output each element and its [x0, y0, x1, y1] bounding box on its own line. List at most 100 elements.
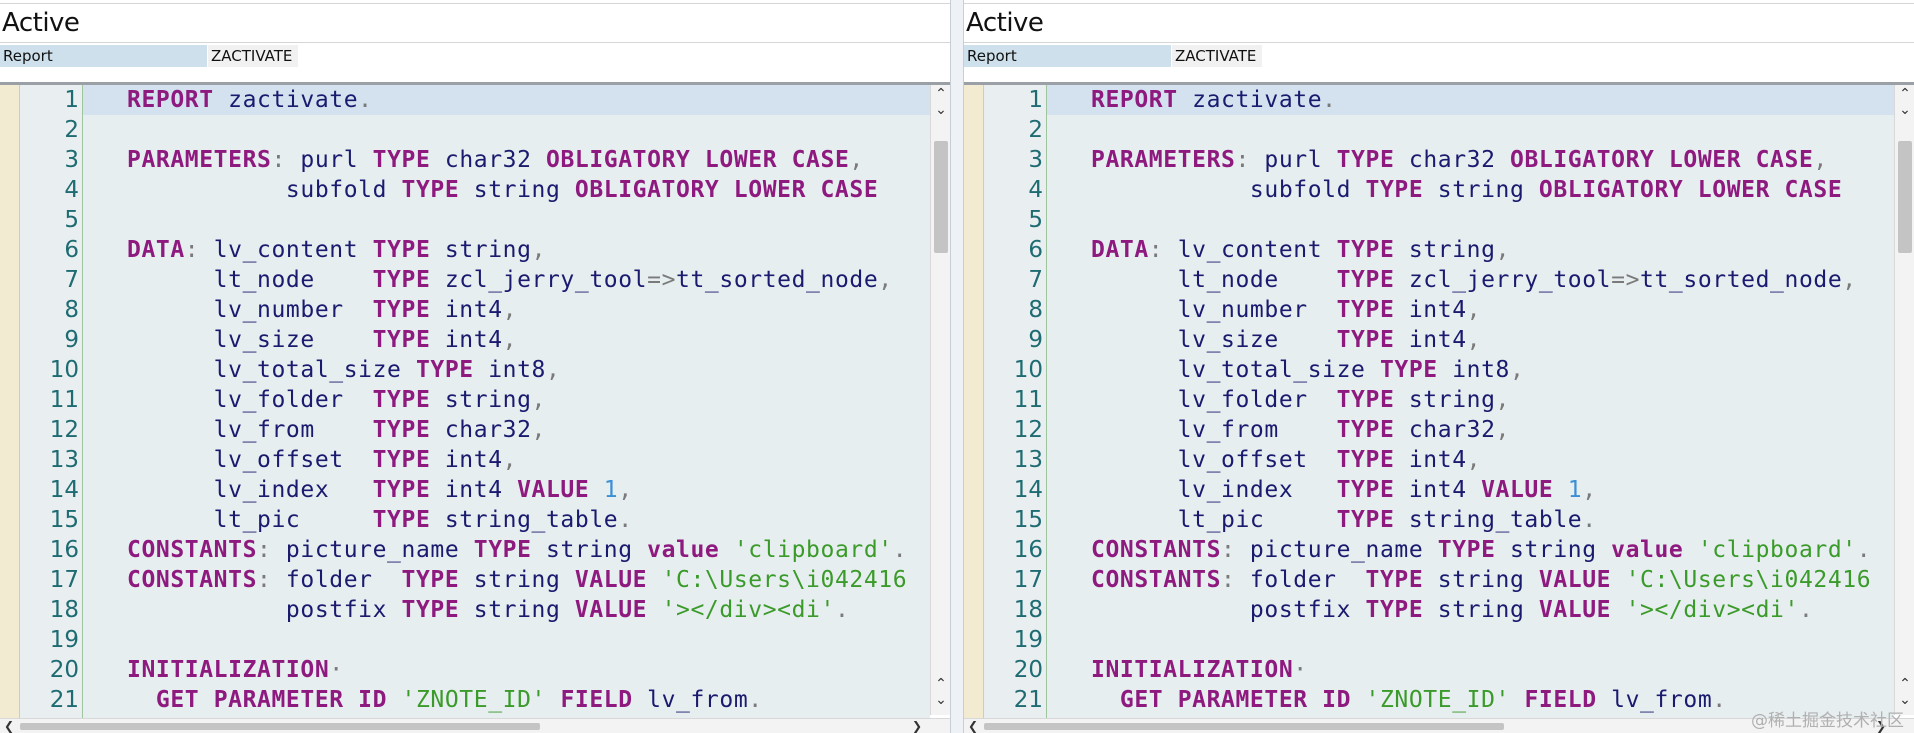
code-line[interactable]: 1 REPORT zactivate.: [964, 85, 1894, 115]
identifier-token: lt_node: [127, 267, 373, 293]
code-line[interactable]: 1 REPORT zactivate.: [0, 85, 930, 115]
keyword-token: value: [1611, 537, 1684, 563]
chevron-down-icon[interactable]: ⌄: [931, 691, 950, 709]
punctuation-token: ,: [1466, 297, 1482, 323]
identifier-token: folder: [271, 567, 402, 593]
scrollbar-thumb[interactable]: [984, 723, 1504, 730]
scrollbar-thumb[interactable]: [1898, 141, 1912, 253]
scrollbar-thumb[interactable]: [934, 141, 948, 253]
code-line[interactable]: 6 DATA: lv_content TYPE string,: [964, 235, 1894, 265]
code-line[interactable]: 14 lv_index TYPE int4 VALUE 1,: [964, 475, 1894, 505]
keyword-token: TYPE: [1336, 417, 1395, 443]
code-line[interactable]: 16 CONSTANTS: picture_name TYPE string va…: [964, 535, 1894, 565]
code-line[interactable]: 8 lv_number TYPE int4,: [0, 295, 930, 325]
code-line[interactable]: 11 lv_folder TYPE string,: [0, 385, 930, 415]
code-line[interactable]: 2: [964, 115, 1894, 145]
code-editor[interactable]: 1 REPORT zactivate. 2 3 PARAMETERS: purl TYP…: [0, 85, 930, 718]
line-number: 2: [64, 117, 79, 143]
code-text: CONSTANTS: folder TYPE string VALUE 'C:\…: [127, 565, 907, 595]
code-editor[interactable]: 1 REPORT zactivate. 2 3 PARAMETERS: purl TYP…: [964, 85, 1894, 718]
code-line[interactable]: 8 lv_number TYPE int4,: [964, 295, 1894, 325]
identifier-token: lv_number: [1091, 297, 1337, 323]
code-line[interactable]: 19: [0, 625, 930, 655]
top-border: [0, 3, 950, 4]
code-text: GET PARAMETER ID 'ZNOTE_ID' FIELD lv_fro…: [127, 685, 763, 715]
code-line[interactable]: 17 CONSTANTS: folder TYPE string VALUE 'C…: [0, 565, 930, 595]
code-lines[interactable]: 1 REPORT zactivate. 2 3 PARAMETERS: purl TYP…: [964, 85, 1894, 718]
code-line[interactable]: 12 lv_from TYPE char32,: [0, 415, 930, 445]
code-text: lv_total_size TYPE int8,: [1091, 355, 1524, 385]
keyword-token: PARAMETERS: [1091, 147, 1236, 173]
code-line[interactable]: 15 lt_pic TYPE string_table.: [964, 505, 1894, 535]
line-number: 9: [1028, 327, 1043, 353]
code-line[interactable]: 9 lv_size TYPE int4,: [964, 325, 1894, 355]
string-literal: 'C:\Users\i042416: [647, 567, 908, 593]
identifier-token: char32: [1394, 417, 1496, 443]
code-line[interactable]: 9 lv_size TYPE int4,: [0, 325, 930, 355]
code-line[interactable]: 16 CONSTANTS: picture_name TYPE string va…: [0, 535, 930, 565]
line-number: 18: [49, 597, 79, 623]
code-line[interactable]: 3 PARAMETERS: purl TYPE char32 OBLIGATORY…: [0, 145, 930, 175]
code-line[interactable]: 14 lv_index TYPE int4 VALUE 1,: [0, 475, 930, 505]
line-number: 6: [64, 237, 79, 263]
keyword-token: TYPE: [1336, 327, 1395, 353]
code-line[interactable]: 3 PARAMETERS: purl TYPE char32 OBLIGATORY…: [964, 145, 1894, 175]
code-line[interactable]: 18 postfix TYPE string VALUE '></div><di…: [0, 595, 930, 625]
code-text: GET PARAMETER ID 'ZNOTE_ID' FIELD lv_fro…: [1091, 685, 1727, 715]
chevron-left-icon[interactable]: ❮: [4, 719, 14, 733]
code-text: lv_offset TYPE int4,: [127, 445, 517, 475]
identifier-token: lt_pic: [1091, 507, 1337, 533]
chevron-left-icon[interactable]: ❮: [968, 719, 978, 733]
line-number: 5: [1028, 207, 1043, 233]
code-text: PARAMETERS: purl TYPE char32 OBLIGATORY …: [127, 145, 864, 175]
chevron-down-icon[interactable]: ⌄: [931, 101, 950, 119]
keyword-token: TYPE: [1336, 147, 1395, 173]
pane-splitter[interactable]: [950, 0, 964, 733]
code-line[interactable]: 13 lv_offset TYPE int4,: [964, 445, 1894, 475]
code-text: REPORT zactivate.: [1091, 85, 1337, 115]
line-number: 1: [64, 87, 79, 113]
code-line[interactable]: 19: [964, 625, 1894, 655]
keyword-token: VALUE: [574, 567, 648, 593]
code-lines[interactable]: 1 REPORT zactivate. 2 3 PARAMETERS: purl TYP…: [0, 85, 930, 718]
identifier-token: [127, 687, 156, 713]
code-line[interactable]: 21 GET PARAMETER ID 'ZNOTE_ID' FIELD lv_…: [0, 685, 930, 715]
code-line[interactable]: 17 CONSTANTS: folder TYPE string VALUE 'C…: [964, 565, 1894, 595]
code-line[interactable]: 7 lt_node TYPE zcl_jerry_tool=>tt_sorted…: [964, 265, 1894, 295]
code-line[interactable]: 20 INITIALIZATION·: [0, 655, 930, 685]
code-line[interactable]: 11 lv_folder TYPE string,: [964, 385, 1894, 415]
code-line[interactable]: 10 lv_total_size TYPE int8,: [964, 355, 1894, 385]
code-line[interactable]: 4 subfold TYPE string OBLIGATORY LOWER C…: [0, 175, 930, 205]
code-line[interactable]: 18 postfix TYPE string VALUE '></div><di…: [964, 595, 1894, 625]
identifier-token: string: [1495, 537, 1612, 563]
line-number: 18: [1013, 597, 1043, 623]
vertical-scrollbar[interactable]: ⌃ ⌄ ⌃ ⌄: [930, 85, 950, 715]
punctuation-token: .: [618, 507, 633, 533]
code-line[interactable]: 12 lv_from TYPE char32,: [964, 415, 1894, 445]
punctuation-token: .: [1322, 87, 1337, 113]
chevron-down-icon[interactable]: ⌄: [1895, 101, 1914, 119]
identifier-token: lv_from: [632, 687, 749, 713]
code-line[interactable]: 10 lv_total_size TYPE int8,: [0, 355, 930, 385]
keyword-token: TYPE: [372, 447, 431, 473]
punctuation-token: ,: [546, 357, 561, 383]
vertical-scrollbar[interactable]: ⌃ ⌄ ⌃ ⌄: [1894, 85, 1914, 715]
code-text: lv_from TYPE char32,: [127, 415, 546, 445]
code-line[interactable]: 6 DATA: lv_content TYPE string,: [0, 235, 930, 265]
keyword-token: TYPE: [473, 537, 532, 563]
horizontal-scrollbar[interactable]: ❮ ❯: [0, 718, 950, 733]
code-line[interactable]: 7 lt_node TYPE zcl_jerry_tool=>tt_sorted…: [0, 265, 930, 295]
code-line[interactable]: 20 INITIALIZATION·: [964, 655, 1894, 685]
code-line[interactable]: 4 subfold TYPE string OBLIGATORY LOWER C…: [964, 175, 1894, 205]
identifier-token: int4: [430, 327, 503, 353]
punctuation-token: ,: [1495, 237, 1511, 263]
code-line[interactable]: 5: [964, 205, 1894, 235]
code-line[interactable]: 2: [0, 115, 930, 145]
code-text: lv_folder TYPE string,: [1091, 385, 1510, 415]
code-line[interactable]: 5: [0, 205, 930, 235]
chevron-right-icon[interactable]: ❯: [912, 719, 922, 733]
code-line[interactable]: 13 lv_offset TYPE int4,: [0, 445, 930, 475]
scrollbar-thumb[interactable]: [20, 723, 540, 730]
identifier-token: tt_sorted_node: [1640, 267, 1843, 293]
code-line[interactable]: 15 lt_pic TYPE string_table.: [0, 505, 930, 535]
